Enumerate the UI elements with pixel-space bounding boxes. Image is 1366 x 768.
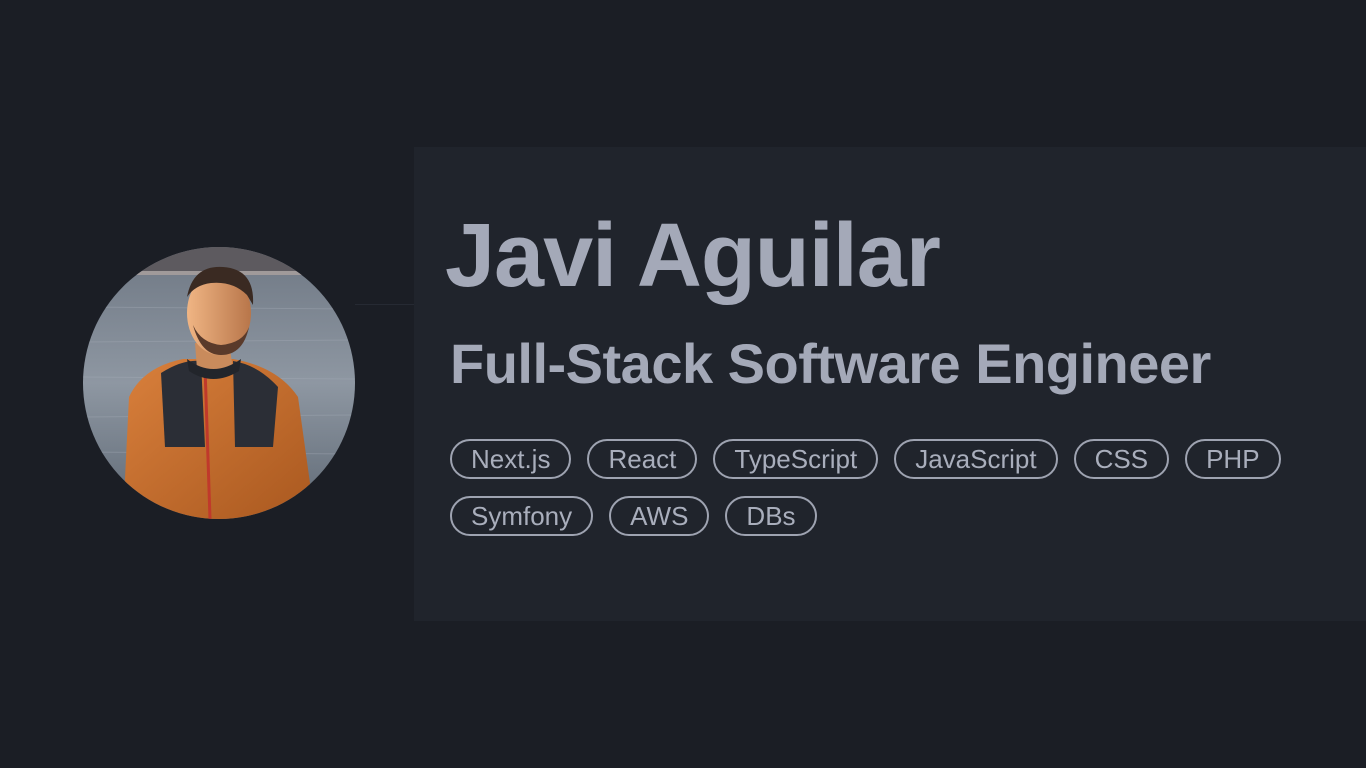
skill-tag: Next.js	[450, 439, 572, 479]
skill-tag: JavaScript	[894, 439, 1058, 479]
skill-tag: TypeScript	[713, 439, 879, 479]
skill-tag: React	[587, 439, 698, 479]
skill-tag: AWS	[609, 496, 710, 536]
skills-list: Next.js React TypeScript JavaScript CSS …	[450, 439, 1350, 536]
profile-title: Full-Stack Software Engineer	[450, 332, 1211, 395]
profile-photo	[83, 247, 355, 519]
skill-tag: CSS	[1073, 439, 1170, 479]
skill-tag: PHP	[1185, 439, 1281, 479]
skill-tag: DBs	[725, 496, 817, 536]
page: Javi Aguilar Full-Stack Software Enginee…	[0, 0, 1366, 768]
skill-tag: Symfony	[450, 496, 594, 536]
divider-line	[355, 304, 415, 305]
profile-name: Javi Aguilar	[445, 206, 941, 306]
